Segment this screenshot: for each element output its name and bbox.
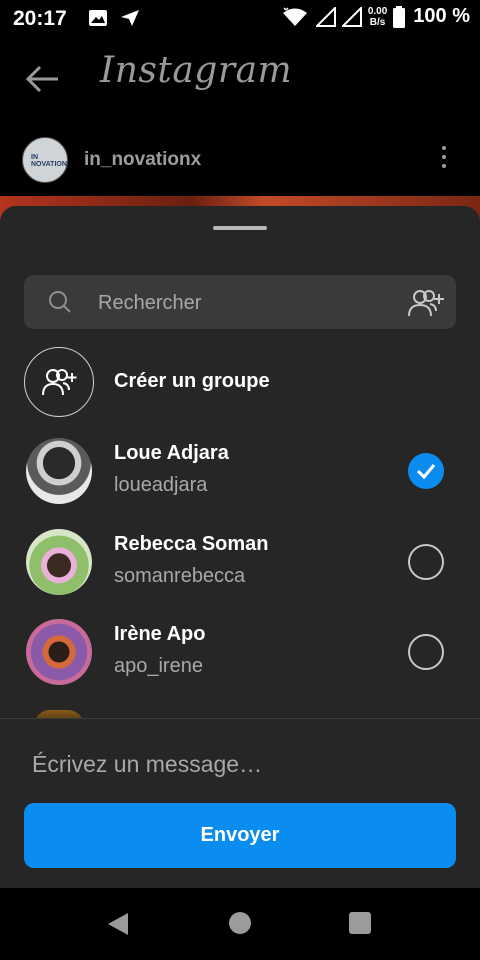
group-circle <box>24 347 94 417</box>
nav-home-icon[interactable] <box>229 912 251 934</box>
search-input[interactable] <box>96 275 400 331</box>
contact-row[interactable]: Irène Apo apo_irene <box>24 619 456 691</box>
status-indicators: 0.00 B/s 100 % <box>280 5 470 28</box>
avatar <box>26 619 92 685</box>
group-add-icon <box>42 369 77 396</box>
contact-username: loueadjara <box>114 474 208 496</box>
post-author-avatar[interactable]: IN NOVATION <box>22 137 68 183</box>
notification-icons <box>88 9 140 27</box>
search-icon <box>49 291 71 313</box>
send-icon <box>121 10 139 26</box>
add-people-icon[interactable] <box>408 288 446 318</box>
contact-name: Irène Apo <box>114 623 206 645</box>
avatar <box>26 438 92 504</box>
select-checkbox[interactable] <box>408 453 444 489</box>
contact-row[interactable]: Rebecca Soman somanrebecca <box>24 529 456 601</box>
contact-name: Loue Adjara <box>114 442 229 464</box>
screen: 20:17 0.00 B/s 100 % Instagram IN NOVATI… <box>0 0 480 960</box>
send-button[interactable]: Envoyer <box>24 803 456 868</box>
check-icon <box>416 464 436 480</box>
drag-handle[interactable] <box>213 226 267 230</box>
back-arrow-icon[interactable] <box>24 64 60 94</box>
app-header: Instagram <box>0 40 480 120</box>
battery-percent: 100 % <box>413 5 470 27</box>
wifi-icon <box>282 6 307 26</box>
network-speed: 0.00 B/s <box>368 6 387 28</box>
battery-icon <box>393 5 406 28</box>
instagram-logo: Instagram <box>100 50 293 91</box>
create-group-button[interactable]: Créer un groupe <box>24 346 456 420</box>
contact-username: apo_irene <box>114 655 203 677</box>
status-time: 20:17 <box>13 7 67 30</box>
network-speed-value: 0.00 <box>367 5 388 17</box>
contact-name: Rebecca Soman <box>114 533 269 555</box>
post-username[interactable]: in_novationx <box>84 149 201 171</box>
message-input[interactable] <box>30 738 454 790</box>
navigation-bar <box>0 888 480 960</box>
select-checkbox[interactable] <box>408 544 444 580</box>
gallery-icon <box>89 10 107 26</box>
nav-back-icon[interactable] <box>106 912 130 936</box>
more-options-icon[interactable] <box>442 146 448 173</box>
share-sheet: Créer un groupe Loue Adjara loueadjara R… <box>0 206 480 888</box>
nav-recents-icon[interactable] <box>349 912 371 934</box>
signal-icon <box>315 6 336 27</box>
network-speed-unit: B/s <box>369 16 386 28</box>
post-avatar-text: IN NOVATION <box>31 154 67 168</box>
post-header: IN NOVATION in_novationx <box>0 130 480 190</box>
signal-icon-2 <box>341 6 362 27</box>
avatar <box>26 529 92 595</box>
status-bar: 20:17 0.00 B/s 100 % <box>0 0 480 38</box>
select-checkbox[interactable] <box>408 634 444 670</box>
contact-row[interactable]: Loue Adjara loueadjara <box>24 438 456 510</box>
create-group-label: Créer un groupe <box>114 370 270 392</box>
contact-username: somanrebecca <box>114 565 246 587</box>
search-box[interactable] <box>24 275 456 331</box>
